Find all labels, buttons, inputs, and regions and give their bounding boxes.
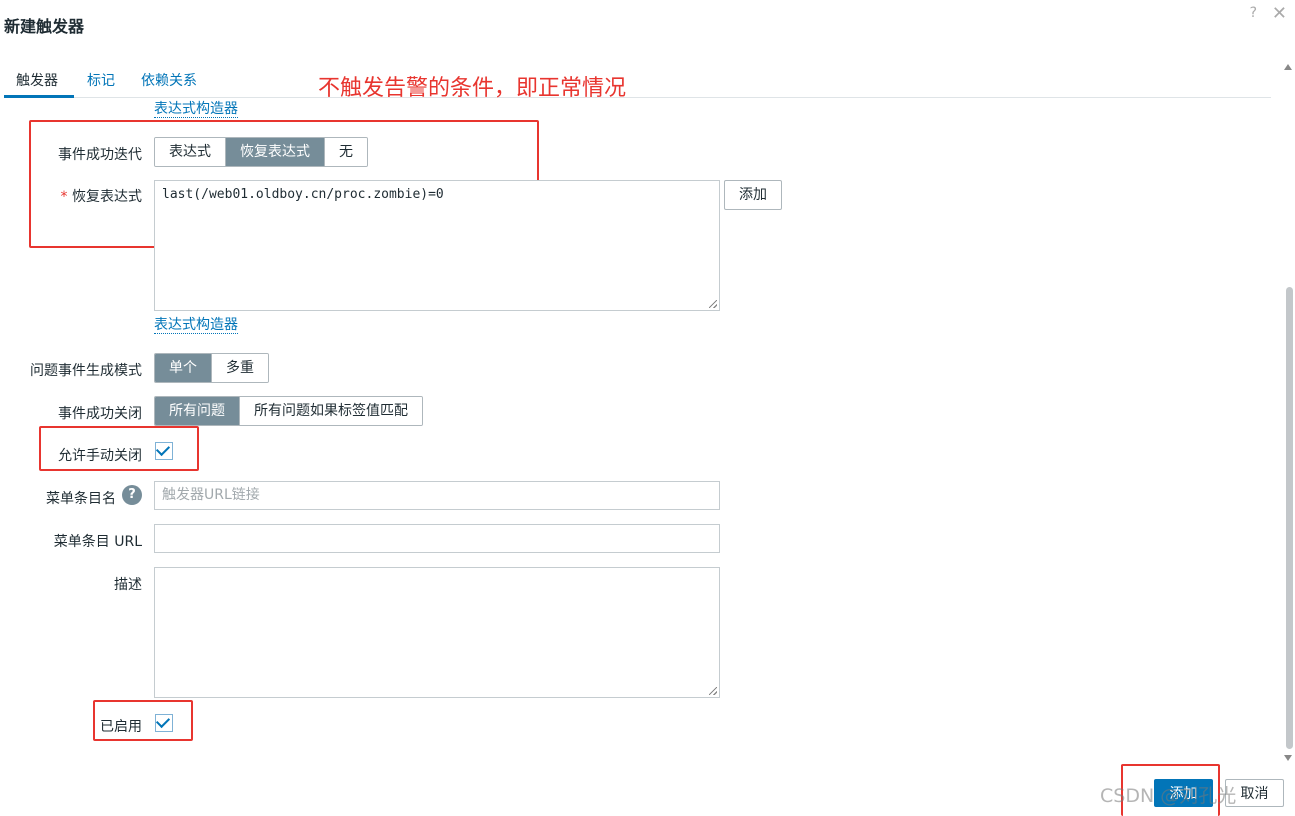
allow-manual-close-label: 允许手动关闭 — [58, 448, 142, 464]
description-label: 描述 — [114, 577, 142, 593]
checkmark-icon — [155, 713, 171, 729]
tab-tags[interactable]: 标记 — [87, 70, 115, 90]
ok-event-option-expression[interactable]: 表达式 — [155, 138, 226, 166]
description-textarea[interactable] — [154, 567, 720, 698]
dialog-title: 新建触发器 — [4, 17, 85, 36]
ok-event-closes-label: 事件成功关闭 — [58, 406, 142, 422]
resize-handle-icon[interactable] — [709, 300, 717, 308]
tab-trigger[interactable]: 触发器 — [16, 70, 58, 90]
tab-bar: 触发器 标记 依赖关系 — [4, 62, 1271, 98]
expression-builder-link[interactable]: 表达式构造器 — [154, 317, 238, 334]
watermark-text: CSDN @刘孔光 — [1100, 785, 1237, 807]
recovery-expression-label: * 恢复表达式 — [60, 189, 142, 205]
ok-event-option-none[interactable]: 无 — [325, 138, 367, 166]
tab-dependencies[interactable]: 依赖关系 — [141, 70, 197, 90]
menu-entry-url-label: 菜单条目 URL — [53, 534, 142, 550]
ok-closes-option-all[interactable]: 所有问题 — [155, 397, 240, 425]
question-help-icon[interactable]: ? — [122, 485, 142, 505]
ok-event-generation-label: 事件成功迭代 — [58, 147, 142, 163]
resize-handle-icon[interactable] — [709, 687, 717, 695]
ok-event-closes-selector: 所有问题 所有问题如果标签值匹配 — [154, 396, 423, 426]
scroll-down-arrow-icon[interactable] — [1284, 755, 1292, 761]
menu-entry-name-input[interactable]: 触发器URL链接 — [154, 481, 720, 510]
ok-event-option-recovery-expression[interactable]: 恢复表达式 — [226, 138, 325, 166]
help-icon[interactable]: ? — [1250, 5, 1257, 21]
recovery-expression-textarea[interactable]: last(/web01.oldboy.cn/proc.zombie)=0 — [154, 180, 720, 311]
expression-builder-link-top[interactable]: 表达式构造器 — [154, 101, 238, 118]
menu-entry-url-input[interactable] — [154, 524, 720, 553]
problem-event-mode-label: 问题事件生成模式 — [30, 363, 142, 379]
enabled-label: 已启用 — [100, 719, 142, 735]
active-tab-indicator — [4, 95, 74, 98]
checkmark-icon — [155, 441, 171, 457]
scrollbar-thumb[interactable] — [1286, 287, 1293, 749]
problem-event-mode-selector: 单个 多重 — [154, 353, 269, 383]
add-expression-button[interactable]: 添加 — [724, 180, 782, 210]
close-icon[interactable]: ✕ — [1272, 3, 1287, 24]
menu-entry-name-label: 菜单条目名 — [46, 491, 116, 507]
required-mark: * — [60, 189, 68, 205]
allow-manual-close-checkbox[interactable] — [155, 441, 173, 460]
enabled-checkbox[interactable] — [155, 713, 173, 732]
problem-mode-option-multiple[interactable]: 多重 — [212, 354, 268, 382]
ok-event-generation-selector: 表达式 恢复表达式 无 — [154, 137, 368, 167]
annotation-text: 不触发告警的条件，即正常情况 — [318, 76, 627, 101]
ok-closes-option-tag-match[interactable]: 所有问题如果标签值匹配 — [240, 397, 422, 425]
recovery-expression-value: last(/web01.oldboy.cn/proc.zombie)=0 — [162, 187, 444, 202]
problem-mode-option-single[interactable]: 单个 — [155, 354, 212, 382]
scroll-up-arrow-icon[interactable] — [1284, 64, 1292, 70]
menu-entry-name-placeholder: 触发器URL链接 — [162, 487, 260, 503]
